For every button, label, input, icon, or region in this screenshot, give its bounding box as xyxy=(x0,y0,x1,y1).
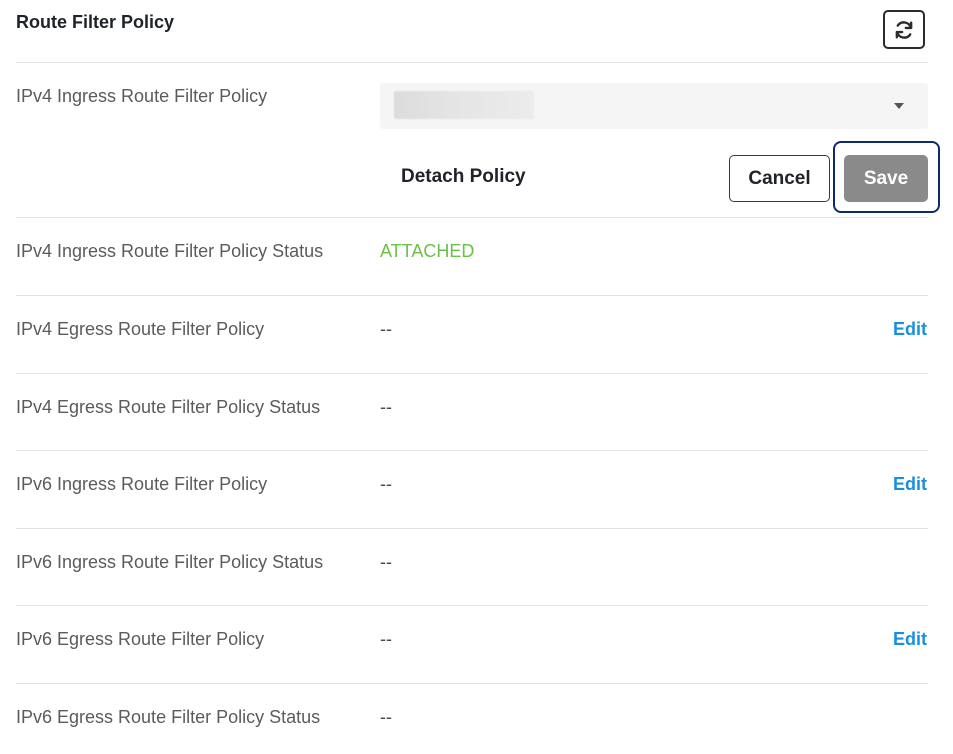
divider xyxy=(16,683,928,684)
ipv4-ingress-policy-label: IPv4 Ingress Route Filter Policy xyxy=(16,86,268,106)
divider xyxy=(16,373,928,374)
panel-title: Route Filter Policy xyxy=(16,12,175,32)
row-label: IPv4 Ingress Route Filter Policy Status xyxy=(16,241,324,261)
refresh-icon xyxy=(893,19,915,41)
row-label: IPv4 Egress Route Filter Policy Status xyxy=(16,397,321,417)
save-button[interactable]: Save xyxy=(844,155,928,202)
row-value: -- xyxy=(380,552,392,572)
redacted-selected-value xyxy=(394,91,534,119)
edit-link[interactable]: Edit xyxy=(893,629,927,650)
row-label: IPv6 Egress Route Filter Policy xyxy=(16,629,265,649)
row-value: -- xyxy=(380,474,392,494)
divider xyxy=(16,217,928,218)
detach-policy-button[interactable]: Detach Policy xyxy=(401,166,526,188)
row-value: -- xyxy=(380,707,392,727)
divider xyxy=(16,62,928,63)
row-value: -- xyxy=(380,319,392,339)
row-label: IPv6 Ingress Route Filter Policy xyxy=(16,474,268,494)
cancel-button[interactable]: Cancel xyxy=(729,155,830,202)
row-value: -- xyxy=(380,629,392,649)
divider xyxy=(16,450,928,451)
divider xyxy=(16,295,928,296)
edit-link[interactable]: Edit xyxy=(893,474,927,495)
row-label: IPv6 Egress Route Filter Policy Status xyxy=(16,707,321,727)
refresh-button[interactable] xyxy=(883,10,925,49)
row-label: IPv6 Ingress Route Filter Policy Status xyxy=(16,552,324,572)
divider xyxy=(16,528,928,529)
route-filter-policy-panel: Route Filter Policy IPv4 Ingress Route F… xyxy=(0,0,953,754)
status-badge: ATTACHED xyxy=(380,241,475,261)
row-label: IPv4 Egress Route Filter Policy xyxy=(16,319,265,339)
divider xyxy=(16,605,928,606)
row-value: -- xyxy=(380,397,392,417)
ipv4-ingress-policy-select[interactable] xyxy=(380,83,928,129)
chevron-down-icon xyxy=(894,103,904,109)
edit-link[interactable]: Edit xyxy=(893,319,927,340)
